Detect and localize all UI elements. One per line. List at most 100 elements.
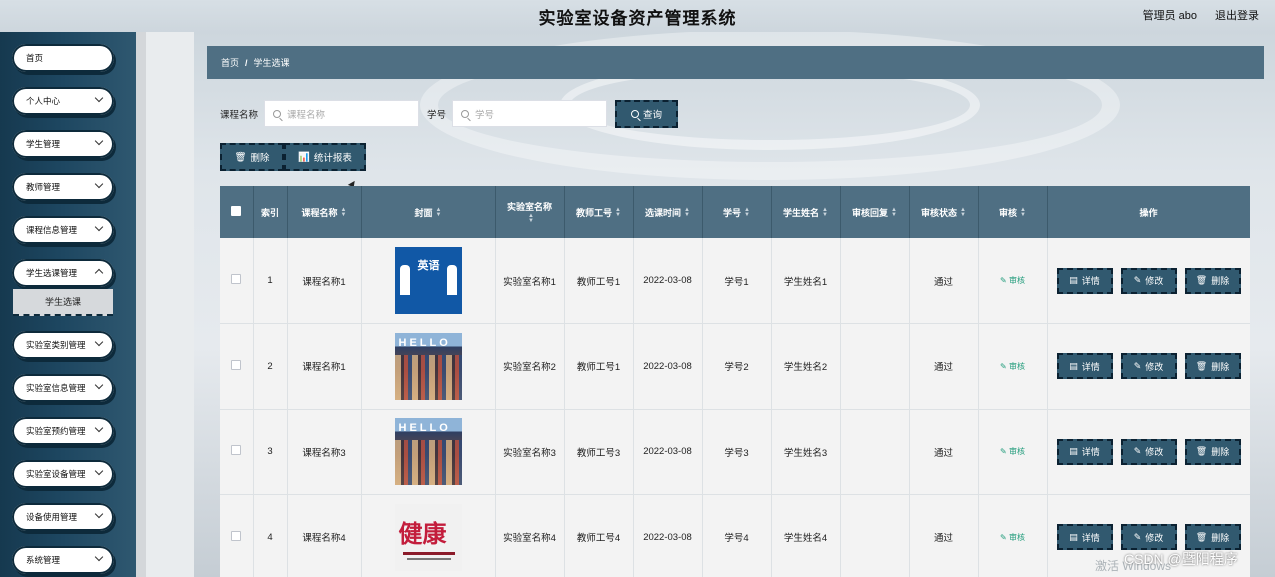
- sort-icon[interactable]: ▲ ▼: [1020, 207, 1026, 218]
- sort-icon[interactable]: ▲ ▼: [615, 207, 621, 218]
- cover-decoration: [406, 557, 451, 560]
- header-student-no[interactable]: 学号 ▲ ▼: [702, 186, 772, 238]
- header-teacher[interactable]: 教师工号 ▲ ▼: [564, 186, 634, 238]
- table-row: 3 课程名称3 HELLO 实验室名称3 教师工号3 2022-03-08 学号…: [220, 409, 1250, 495]
- cover-pattern: [394, 354, 462, 400]
- stats-button-label: 统计报表: [313, 153, 352, 164]
- chevron-down-icon: [94, 179, 104, 189]
- edit-button[interactable]: ✎ 修改: [1120, 267, 1177, 294]
- sidebar-item-courses[interactable]: 课程信息管理: [12, 216, 114, 244]
- select-all-checkbox[interactable]: [231, 206, 242, 216]
- header-index: 索引: [253, 186, 288, 238]
- sort-icon[interactable]: ▲ ▼: [960, 207, 966, 218]
- row-delete-button[interactable]: 🗑 删除: [1184, 438, 1241, 465]
- sort-icon[interactable]: ▲ ▼: [891, 207, 897, 218]
- sort-icon[interactable]: ▲ ▼: [822, 207, 828, 218]
- trash-icon: 🗑: [234, 151, 247, 163]
- edit-button[interactable]: ✎ 修改: [1120, 438, 1177, 465]
- sidebar-item-lab-booking[interactable]: 实验室预约管理: [12, 417, 114, 445]
- breadcrumb-current: 学生选课: [253, 58, 290, 68]
- cell-status: 通过: [909, 238, 979, 324]
- audit-link[interactable]: ✎ 审核: [1000, 276, 1025, 285]
- cell-cover: 英语: [361, 238, 496, 324]
- sidebar-item-lab-categories[interactable]: 实验室类别管理: [12, 331, 114, 359]
- row-checkbox[interactable]: [231, 359, 242, 370]
- cell-teacher: 教师工号1: [564, 323, 634, 410]
- search-icon: [461, 109, 470, 118]
- sidebar-item-equipment-usage[interactable]: 设备使用管理: [12, 503, 114, 531]
- sidebar-item-students[interactable]: 学生管理: [12, 130, 114, 158]
- sort-icon[interactable]: ▲ ▼: [744, 207, 750, 218]
- student-no-input[interactable]: 学号: [452, 100, 608, 127]
- edit-button[interactable]: ✎ 修改: [1120, 524, 1177, 551]
- sidebar-subitem-course-selection[interactable]: 学生选课: [13, 289, 113, 316]
- row-checkbox[interactable]: [231, 445, 242, 456]
- detail-button[interactable]: ▤ 详情: [1056, 524, 1113, 551]
- sidebar-item-label: 设备使用管理: [26, 512, 78, 522]
- pencil-icon: ✎: [1133, 360, 1142, 371]
- sidebar-scrollbar[interactable]: [136, 32, 146, 577]
- sidebar-item-profile[interactable]: 个人中心: [12, 87, 114, 115]
- cell-index: 4: [253, 494, 288, 577]
- sidebar-item-home[interactable]: 首页: [12, 44, 114, 72]
- edit-button[interactable]: ✎ 修改: [1120, 353, 1177, 380]
- detail-button[interactable]: ▤ 详情: [1056, 267, 1113, 294]
- audit-link[interactable]: ✎ 审核: [1000, 362, 1025, 371]
- table-row: 2 课程名称1 HELLO 实验室名称2 教师工号1 2022-03-08 学号…: [220, 323, 1250, 410]
- breadcrumb-separator: /: [245, 57, 248, 68]
- delete-button[interactable]: 🗑 删除: [220, 143, 284, 171]
- logout-link[interactable]: 退出登录: [1215, 7, 1259, 23]
- pencil-icon: ✎: [1133, 446, 1142, 457]
- stats-report-button[interactable]: 📊 统计报表: [284, 143, 366, 171]
- header-audit[interactable]: 审核 ▲ ▼: [978, 186, 1048, 238]
- sidebar-item-course-selection[interactable]: 学生选课管理: [12, 259, 114, 287]
- sort-icon[interactable]: ▲ ▼: [436, 207, 442, 218]
- cell-lab: 实验室名称4: [495, 494, 565, 577]
- row-delete-button[interactable]: 🗑 删除: [1184, 267, 1241, 294]
- cell-cover: HELLO: [361, 409, 496, 495]
- header-cover[interactable]: 封面 ▲ ▼: [361, 186, 496, 238]
- cell-ops: ▤ 详情 ✎ 修改 🗑 删除: [1047, 323, 1250, 410]
- row-checkbox[interactable]: [231, 274, 242, 284]
- cell-time: 2022-03-08: [633, 409, 703, 495]
- sidebar-item-system[interactable]: 系统管理: [12, 546, 114, 574]
- search-icon: [273, 109, 282, 118]
- header-reply[interactable]: 审核回复 ▲ ▼: [840, 186, 910, 238]
- sort-icon[interactable]: ▲ ▼: [341, 207, 347, 218]
- chevron-down-icon: [94, 423, 104, 433]
- cell-course: 课程名称3: [287, 409, 362, 495]
- chevron-down-icon: [94, 380, 104, 390]
- sort-icon[interactable]: ▲ ▼: [684, 207, 690, 218]
- course-name-input[interactable]: 课程名称: [264, 100, 420, 127]
- sidebar-gutter: [146, 32, 194, 577]
- detail-button[interactable]: ▤ 详情: [1056, 438, 1113, 465]
- cover-image: HELLO: [394, 418, 462, 486]
- course-name-placeholder: 课程名称: [287, 109, 326, 121]
- query-button[interactable]: 查询: [615, 99, 679, 128]
- cell-teacher: 教师工号1: [564, 238, 634, 324]
- sidebar-item-label: 系统管理: [26, 555, 61, 565]
- row-delete-button[interactable]: 🗑 删除: [1184, 524, 1241, 551]
- select-all-header: [220, 186, 254, 238]
- breadcrumb-home[interactable]: 首页: [221, 56, 239, 69]
- sidebar-item-teachers[interactable]: 教师管理: [12, 173, 114, 201]
- user-label: 管理员 abo: [1142, 10, 1197, 22]
- audit-link[interactable]: ✎ 审核: [1000, 533, 1025, 542]
- header-time[interactable]: 选课时间 ▲ ▼: [633, 186, 703, 238]
- header-course[interactable]: 课程名称 ▲ ▼: [287, 186, 362, 238]
- cell-reply: [840, 238, 910, 324]
- header-lab[interactable]: 实验室名称 ▲ ▼: [495, 186, 565, 238]
- audit-link[interactable]: ✎ 审核: [1000, 447, 1025, 456]
- row-delete-button[interactable]: 🗑 删除: [1184, 353, 1241, 380]
- cell-lab: 实验室名称1: [495, 238, 565, 324]
- sidebar-item-label: 实验室信息管理: [26, 383, 86, 393]
- detail-button[interactable]: ▤ 详情: [1056, 353, 1113, 380]
- row-checkbox[interactable]: [231, 530, 242, 541]
- sidebar-item-lab-equipment[interactable]: 实验室设备管理: [12, 460, 114, 488]
- header-status[interactable]: 审核状态 ▲ ▼: [909, 186, 979, 238]
- chevron-down-icon: [94, 509, 104, 519]
- sidebar-item-lab-info[interactable]: 实验室信息管理: [12, 374, 114, 402]
- header-student-name[interactable]: 学生姓名 ▲ ▼: [771, 186, 841, 238]
- sort-icon[interactable]: ▲ ▼: [528, 213, 534, 224]
- sidebar-item-label: 实验室预约管理: [26, 426, 86, 436]
